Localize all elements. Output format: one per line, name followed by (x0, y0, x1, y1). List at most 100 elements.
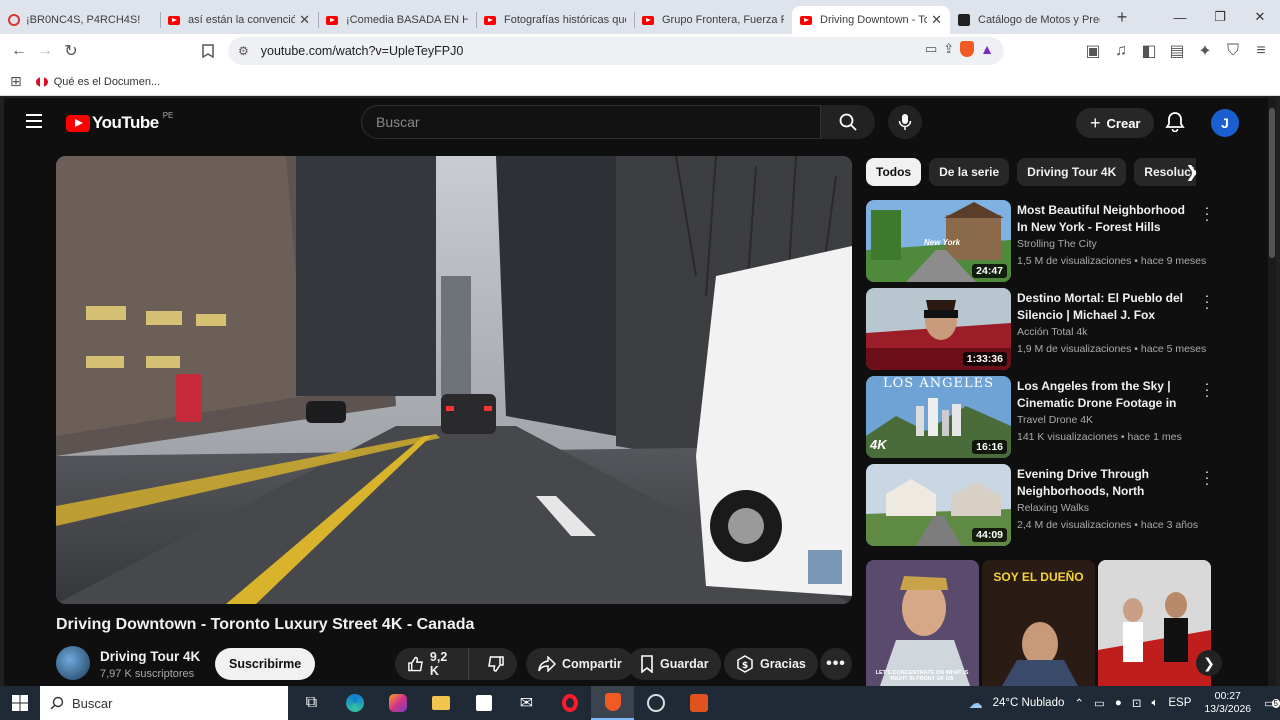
channel-avatar[interactable] (56, 646, 90, 680)
create-label: Crear (1106, 115, 1141, 131)
tab-4[interactable]: Grupo Frontera, Fuerza Regida (634, 6, 792, 34)
scrollbar-thumb[interactable] (1269, 108, 1275, 258)
back-arrow-icon[interactable]: ← (6, 38, 32, 64)
create-button[interactable]: + Crear (1076, 108, 1155, 138)
minimize-icon[interactable]: — (1160, 0, 1200, 34)
short-thumbnail[interactable]: SOY EL DUEÑO (982, 560, 1095, 686)
more-vertical-icon[interactable]: · · · (1202, 464, 1212, 490)
copilot-icon[interactable] (376, 686, 419, 720)
battery-icon[interactable]: ▭ (1089, 696, 1110, 710)
reload-icon[interactable]: ↻ (58, 38, 84, 64)
file-explorer-icon[interactable] (419, 686, 462, 720)
short-thumbnail[interactable] (1098, 560, 1211, 686)
more-vertical-icon[interactable]: · · · (1202, 376, 1212, 402)
tab-5-active[interactable]: Driving Downtown - Toronto ✕ (792, 6, 950, 34)
list-item[interactable]: New York 24:47 Most Beautiful Neighborho… (866, 200, 1216, 282)
close-tab-icon[interactable]: ✕ (931, 12, 942, 28)
close-tab-icon[interactable]: ✕ (299, 12, 310, 28)
mic-tray-icon[interactable]: ● (1110, 697, 1127, 709)
close-window-icon[interactable]: ✕ (1240, 0, 1280, 34)
tab-6[interactable]: Catálogo de Motos y Precios (950, 6, 1108, 34)
site-settings-icon[interactable]: ⚙ (238, 44, 249, 58)
like-button[interactable]: 9,2 K (395, 648, 469, 680)
thanks-button[interactable]: $ Gracias (724, 648, 818, 680)
cast-icon[interactable]: ▭ (925, 41, 937, 57)
mail-icon[interactable]: ✉ (505, 686, 548, 720)
search-button[interactable] (821, 105, 875, 139)
bookmark-item[interactable]: Qué es el Documen... (35, 76, 160, 88)
browser-toolbar: ← → ↻ ⚙ youtube.com/watch?v=UpleTeyFPJ0 … (0, 34, 1280, 68)
video-player[interactable] (56, 156, 852, 604)
shorts-next-button[interactable]: ❯ (1196, 650, 1222, 676)
dislike-button[interactable] (475, 648, 517, 680)
app-icon[interactable] (677, 686, 720, 720)
short-thumbnail[interactable]: LET'S CONCENTRATE ON WHAT IS RIGHT IN FR… (866, 560, 979, 686)
weather-cloud-icon[interactable]: ☁ (964, 695, 988, 712)
list-item[interactable]: 1:33:36 Destino Mortal: El Pueblo del Si… (866, 288, 1216, 370)
chip-channel[interactable]: Driving Tour 4K (1017, 158, 1127, 186)
clock-date: 13/3/2026 (1204, 703, 1252, 715)
edge-browser-icon[interactable] (333, 686, 376, 720)
thanks-label: Gracias (760, 657, 806, 671)
voice-search-button[interactable] (888, 105, 922, 139)
chip-series[interactable]: De la serie (929, 158, 1010, 186)
clock-app-icon[interactable] (634, 686, 677, 720)
taskbar-search-input[interactable]: Buscar (40, 686, 288, 720)
address-bar[interactable]: ⚙ youtube.com/watch?v=UpleTeyFPJ0 ▭ ⇪ ▲ (228, 37, 1004, 65)
notifications-bell-icon[interactable] (1164, 110, 1188, 134)
account-avatar[interactable]: J (1211, 109, 1239, 137)
maximize-icon[interactable]: ❐ (1200, 0, 1240, 34)
tab-2[interactable]: ¡Comedia BASADA EN HECHOS (318, 6, 476, 34)
recommendation-title: Destino Mortal: El Pueblo del Silencio |… (1017, 291, 1184, 322)
list-item[interactable]: LOS ANGELES 4K 16:16 Los Angeles from th… (866, 376, 1216, 458)
channel-name[interactable]: Driving Tour 4K (100, 649, 200, 664)
forward-arrow-icon[interactable]: → (32, 38, 58, 64)
windows-start-icon[interactable] (0, 686, 40, 720)
share-button[interactable]: Compartir (526, 648, 634, 680)
opera-browser-icon[interactable] (548, 686, 591, 720)
media-icon[interactable]: ♫ (1108, 38, 1134, 64)
chevron-up-icon[interactable]: ⌃ (1069, 696, 1089, 710)
brave-rewards-icon[interactable]: ▲ (980, 41, 994, 57)
microsoft-store-icon[interactable] (462, 686, 505, 720)
wallet-icon[interactable]: ▤ (1164, 38, 1190, 64)
more-vertical-icon[interactable]: · · · (1202, 200, 1212, 226)
tab-1[interactable]: así están la convención ✕ (160, 6, 318, 34)
video-thumbnail[interactable]: 44:09 (866, 464, 1011, 546)
language-indicator[interactable]: ESP (1163, 697, 1196, 709)
bookmark-icon[interactable] (195, 38, 221, 64)
vpn-icon[interactable]: ⛉ (1220, 38, 1246, 64)
leo-ai-icon[interactable]: ✦ (1192, 38, 1218, 64)
notifications-icon[interactable]: ▭ 5 (1259, 696, 1280, 710)
youtube-logo[interactable]: YouTube PE (66, 111, 173, 133)
subscribe-button[interactable]: Suscribirme (215, 648, 316, 680)
tab-0[interactable]: ¡BR0NC4S, P4RCH4S! (0, 6, 160, 34)
more-actions-button[interactable]: ••• (820, 648, 852, 680)
weather-text[interactable]: 24°C Nublado (988, 697, 1070, 709)
save-button[interactable]: Guardar (628, 648, 721, 680)
page-scrollbar[interactable] (1268, 98, 1276, 686)
chip-todos[interactable]: Todos (866, 158, 922, 186)
chevron-right-icon[interactable]: ❯ (1182, 162, 1202, 182)
clock[interactable]: 00:27 13/3/2026 (1196, 690, 1259, 716)
tab-search-icon[interactable]: ▣ (1080, 38, 1106, 64)
video-thumbnail[interactable]: New York 24:47 (866, 200, 1011, 282)
brave-shields-icon[interactable] (960, 41, 975, 57)
sidebar-icon[interactable]: ◧ (1136, 38, 1162, 64)
tab-3[interactable]: Fotografías históricas que (476, 6, 634, 34)
more-vertical-icon[interactable]: · · · (1202, 288, 1212, 314)
list-item[interactable]: 44:09 Evening Drive Through Neighborhood… (866, 464, 1216, 546)
task-view-icon[interactable]: ⧉ (290, 686, 333, 720)
volume-icon[interactable]: 🔈︎ (1146, 697, 1163, 710)
video-thumbnail[interactable]: 1:33:36 (866, 288, 1011, 370)
brave-browser-icon[interactable] (591, 686, 634, 720)
new-tab-button[interactable]: + (1108, 7, 1136, 28)
video-thumbnail[interactable]: LOS ANGELES 4K 16:16 (866, 376, 1011, 458)
hamburger-menu-icon[interactable] (26, 114, 42, 128)
apps-grid-icon[interactable]: ⊞ (10, 73, 22, 90)
video-duration: 1:33:36 (962, 352, 1007, 366)
search-input[interactable]: Buscar (361, 105, 821, 139)
share-icon[interactable]: ⇪ (943, 41, 954, 57)
network-icon[interactable]: ⊡ (1127, 696, 1147, 710)
menu-icon[interactable]: ≡ (1248, 38, 1274, 64)
